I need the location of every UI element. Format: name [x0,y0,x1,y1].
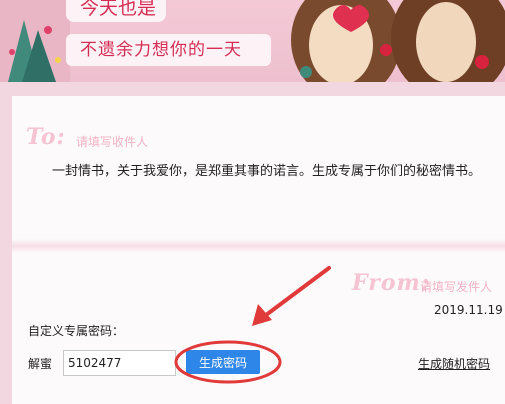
password-input[interactable] [63,350,176,376]
custom-password-label: 自定义专属密码： [28,324,125,338]
random-password-link[interactable]: 生成随机密码 [418,355,490,372]
tree-illustration [0,0,70,82]
letter-body: 一封情书，关于我爱你，是郑重其事的诺言。生成专属于你们的秘密情书。 [52,164,482,179]
letter-card: To: 请填写收件人 一封情书，关于我爱你，是郑重其事的诺言。生成专属于你们的秘… [12,96,505,404]
recipient-input[interactable]: 请填写收件人 [76,133,148,150]
divider [12,239,505,253]
letter-date: 2019.11.19 [434,303,503,317]
hedgehog-illustration [291,0,505,82]
sender-input[interactable]: 请填写发件人 [420,278,492,295]
to-label: To: [26,124,66,150]
generate-password-button[interactable]: 生成密码 [186,350,260,374]
password-field-label: 解蜜 [28,357,53,371]
header-banner: 今天也是 不遗余力想你的一天 [0,0,505,82]
from-label: From: [352,270,430,296]
banner-line-1: 今天也是 [66,0,166,22]
banner-line-2: 不遗余力想你的一天 [66,34,271,66]
